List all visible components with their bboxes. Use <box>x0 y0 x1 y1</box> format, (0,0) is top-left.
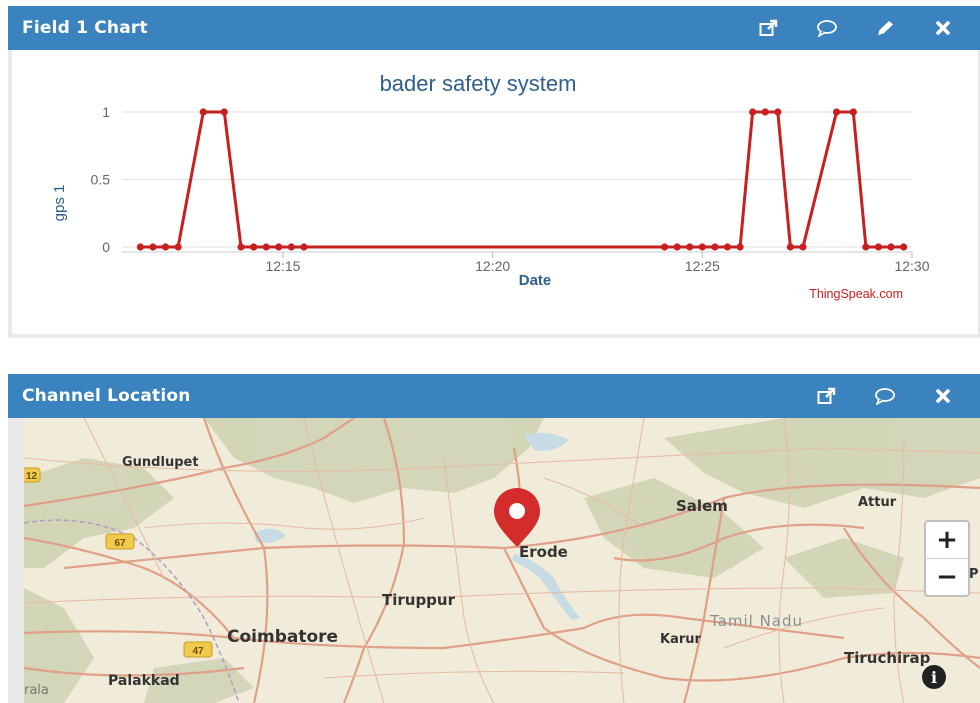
comment-icon[interactable] <box>812 13 842 43</box>
data-point[interactable] <box>736 243 744 251</box>
svg-text:67: 67 <box>114 538 126 549</box>
x-tick-label: 12:15 <box>265 258 300 274</box>
data-point[interactable] <box>275 243 283 251</box>
data-point[interactable] <box>262 243 270 251</box>
chart-title: bader safety system <box>380 71 577 96</box>
highway-shield: 12 <box>24 467 41 483</box>
data-point[interactable] <box>761 108 769 116</box>
data-point[interactable] <box>220 108 228 116</box>
data-point[interactable] <box>673 243 681 251</box>
place-label: rala <box>24 683 49 698</box>
line-chart: bader safety system gps 1 Date ThingSpea… <box>51 71 930 301</box>
place-label: Palakkad <box>108 673 180 689</box>
data-point[interactable] <box>786 243 794 251</box>
place-label: Tiruppur <box>382 591 456 609</box>
data-point[interactable] <box>900 243 908 251</box>
external-link-icon[interactable] <box>754 13 784 43</box>
data-point[interactable] <box>136 243 144 251</box>
zoom-control: + − <box>924 520 970 597</box>
y-tick-label: 0 <box>102 239 110 255</box>
data-point[interactable] <box>874 243 883 251</box>
x-tick-label: 12:30 <box>894 258 929 274</box>
data-point[interactable] <box>832 108 841 116</box>
channel-location-panel: Channel Location 12 67 47 Gundlupet Sale… <box>8 374 980 703</box>
data-point[interactable] <box>799 243 807 251</box>
chart-area: bader safety system gps 1 Date ThingSpea… <box>8 50 980 334</box>
x-tick-label: 12:25 <box>685 258 720 274</box>
region-label: Tamil Nadu <box>709 612 803 630</box>
place-label: Karur <box>660 632 702 647</box>
data-point[interactable] <box>149 243 157 251</box>
data-point[interactable] <box>862 243 870 251</box>
map-panel-actions <box>784 374 980 418</box>
data-point[interactable] <box>287 243 295 251</box>
highway-shield: 47 <box>183 641 213 658</box>
data-point[interactable] <box>887 243 895 251</box>
data-point[interactable] <box>250 243 258 251</box>
close-icon[interactable] <box>928 381 958 411</box>
data-point[interactable] <box>723 243 732 251</box>
y-tick-label: 0.5 <box>91 172 111 188</box>
place-label: Attur <box>858 495 897 510</box>
comment-icon[interactable] <box>870 381 900 411</box>
place-label: Salem <box>676 497 728 515</box>
data-point[interactable] <box>174 243 182 251</box>
map-tiles[interactable]: 12 67 47 Gundlupet Salem Attur Erode Tir… <box>24 418 980 703</box>
chart-panel-header: Field 1 Chart <box>8 6 980 50</box>
thingspeak-credit[interactable]: ThingSpeak.com <box>809 287 903 301</box>
place-label: Erode <box>519 543 568 561</box>
data-point[interactable] <box>698 243 706 251</box>
place-label: P <box>969 567 979 582</box>
external-link-icon[interactable] <box>812 381 842 411</box>
data-point[interactable] <box>300 243 308 251</box>
svg-text:12: 12 <box>26 471 38 482</box>
zoom-out-button[interactable]: − <box>926 558 968 595</box>
place-label: Coimbatore <box>227 627 338 647</box>
y-tick-label: 1 <box>102 104 110 120</box>
data-point[interactable] <box>749 108 757 116</box>
data-point[interactable] <box>849 108 857 116</box>
data-point[interactable] <box>237 243 245 251</box>
svg-text:47: 47 <box>192 646 204 657</box>
y-axis-title: gps 1 <box>51 185 68 222</box>
data-point[interactable] <box>686 243 694 251</box>
data-point[interactable] <box>774 108 782 116</box>
info-icon[interactable]: i <box>922 665 946 689</box>
map-panel-title: Channel Location <box>22 386 191 406</box>
zoom-in-button[interactable]: + <box>926 522 968 558</box>
map-panel-header: Channel Location <box>8 374 980 418</box>
close-icon[interactable] <box>928 13 958 43</box>
data-point[interactable] <box>711 243 719 251</box>
data-point[interactable] <box>199 108 207 116</box>
edit-icon[interactable] <box>870 13 900 43</box>
highway-shield: 67 <box>105 533 135 550</box>
place-label: Tiruchirap <box>844 649 931 667</box>
data-point[interactable] <box>660 243 669 251</box>
map-view[interactable]: 12 67 47 Gundlupet Salem Attur Erode Tir… <box>24 418 980 703</box>
data-point[interactable] <box>161 243 170 251</box>
field-chart-panel: Field 1 Chart bader safety system gps 1 … <box>8 6 980 338</box>
place-label: Gundlupet <box>122 455 199 470</box>
chart-panel-actions <box>726 6 980 50</box>
chart-panel-title: Field 1 Chart <box>22 18 148 38</box>
x-axis-title: Date <box>519 272 552 289</box>
x-tick-label: 12:20 <box>475 258 510 274</box>
